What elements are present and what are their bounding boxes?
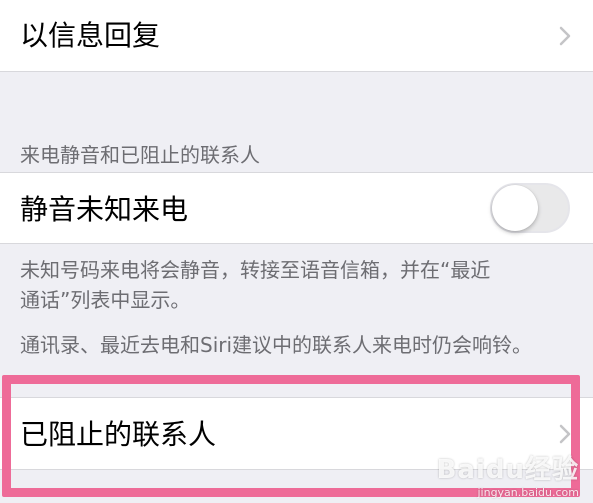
silence-unknown-callers-toggle[interactable] bbox=[490, 183, 570, 233]
chevron-right-icon bbox=[559, 26, 571, 46]
description-line: 通讯录、最近去电和Siri建议中的联系人来电时仍会响铃。 bbox=[20, 333, 533, 357]
chevron-right-icon bbox=[559, 424, 571, 444]
row-divider bbox=[0, 71, 593, 72]
reply-with-message-row[interactable]: 以信息回复 bbox=[0, 0, 593, 72]
section-header: 来电静音和已阻止的联系人 bbox=[20, 143, 260, 167]
row-divider bbox=[0, 397, 593, 398]
description-line: 未知号码来电将会静音，转接至语音信箱，并在“最近 bbox=[20, 258, 491, 282]
silence-description: 未知号码来电将会静音，转接至语音信箱，并在“最近 通话”列表中显示。 bbox=[20, 255, 573, 315]
ringing-note: 通讯录、最近去电和Siri建议中的联系人来电时仍会响铃。 bbox=[20, 330, 573, 360]
blocked-contacts-label: 已阻止的联系人 bbox=[20, 418, 217, 451]
blocked-contacts-row[interactable]: 已阻止的联系人 bbox=[0, 397, 593, 470]
row-divider bbox=[0, 469, 593, 470]
toggle-knob bbox=[492, 185, 538, 231]
silence-unknown-callers-label: 静音未知来电 bbox=[20, 193, 189, 226]
description-line: 通话”列表中显示。 bbox=[20, 288, 191, 312]
reply-with-message-label: 以信息回复 bbox=[20, 19, 161, 52]
row-divider bbox=[0, 172, 593, 173]
row-divider bbox=[0, 243, 593, 244]
watermark-url: jingyan.baidu.com bbox=[477, 486, 579, 499]
